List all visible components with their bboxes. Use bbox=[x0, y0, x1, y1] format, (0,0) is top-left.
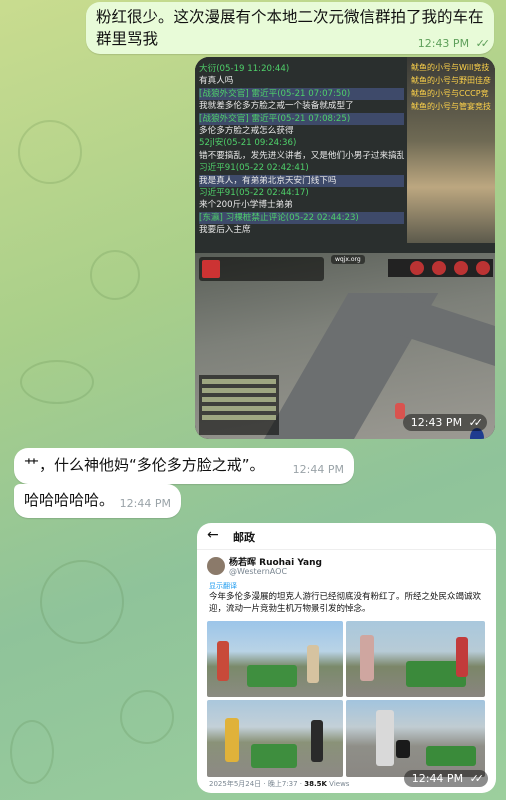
message-meta: 12:43 PM ✓✓ bbox=[417, 37, 491, 50]
game-chat-panel: 大衍(05-19 11:20:44) 有真人吗 [战狼外交官] 雷近平(05-2… bbox=[195, 57, 495, 253]
battle-log-line: 鱿鱼的小号与管宴竞技 bbox=[411, 102, 491, 111]
player-hud bbox=[199, 257, 324, 281]
tank-prop bbox=[426, 746, 476, 766]
chat-log-line: 有真人吗 bbox=[199, 76, 234, 87]
person-figure bbox=[360, 635, 374, 681]
unit-sprite bbox=[395, 403, 405, 419]
tweet-photo bbox=[207, 700, 343, 777]
game-chat-log: 大衍(05-19 11:20:44) 有真人吗 [战狼外交官] 雷近平(05-2… bbox=[199, 63, 404, 237]
chat-log-line: 习近平91(05-22 02:44:17) bbox=[199, 188, 309, 199]
chat-log-line: 来个200斤小学博士弟弟 bbox=[199, 200, 293, 211]
tweet-date: 2025年5月24日 · 晚上7:37 · bbox=[209, 780, 305, 788]
message-meta: 12:43 PM ✓✓ bbox=[402, 414, 487, 431]
background-doodle bbox=[40, 560, 124, 644]
chat-log-line: 我是真人，有弟弟北京天安门线下吗 bbox=[199, 174, 404, 188]
chat-log-line: [战狼外交官] 雷近平(05-21 07:07:50) bbox=[199, 87, 404, 101]
read-receipt-icon: ✓✓ bbox=[469, 772, 485, 785]
tweet-header-title: 邮政 bbox=[233, 531, 255, 544]
translate-link: 显示翻译 bbox=[209, 582, 237, 590]
chat-log-line: 习近平91(05-22 02:42:41) bbox=[199, 163, 309, 174]
tank-prop bbox=[247, 665, 297, 687]
chat-log-line: 我就差多伦多方脸之戒一个装备就成型了 bbox=[199, 101, 354, 112]
person-figure bbox=[456, 637, 468, 677]
opponent-avatar bbox=[454, 261, 468, 275]
opponent-avatar bbox=[410, 261, 424, 275]
outgoing-message[interactable]: 粉红很少。这次漫展有个本地二次元微信群拍了我的车在群里骂我 12:43 PM ✓… bbox=[86, 2, 494, 54]
screenshot-image-message[interactable]: 大衍(05-19 11:20:44) 有真人吗 [战狼外交官] 雷近平(05-2… bbox=[195, 57, 495, 439]
chat-log-line: [东瀛] 习棵桩禁止评论(05-22 02:44:23) bbox=[199, 211, 404, 225]
person-figure bbox=[225, 718, 239, 762]
background-doodle bbox=[90, 250, 140, 300]
site-watermark: wqjx.org bbox=[331, 255, 365, 264]
chat-log-line: 52jl安(05-21 09:24:36) bbox=[199, 138, 297, 149]
tweet-photo bbox=[207, 621, 343, 697]
opponent-bar bbox=[388, 259, 493, 277]
opponent-avatar bbox=[476, 261, 490, 275]
message-time: 12:44 PM bbox=[411, 772, 464, 785]
background-doodle bbox=[120, 690, 174, 744]
chat-log-line: 多伦多方脸之戒怎么获得 bbox=[199, 126, 294, 137]
avatar bbox=[207, 557, 225, 575]
message-meta: 12:44 PM ✓✓ bbox=[403, 770, 488, 787]
tweet-body: 今年多伦多漫展的坦克人游行已经彻底没有粉红了。所经之处民众竭诚欢迎，流动一片竞勃… bbox=[209, 592, 482, 614]
incoming-message[interactable]: 艹，什么神他妈“多伦多方脸之戒”。 12:44 PM bbox=[14, 448, 354, 484]
opponent-avatar bbox=[432, 261, 446, 275]
message-time: 12:43 PM bbox=[410, 416, 463, 429]
message-time: 12:43 PM bbox=[417, 37, 470, 50]
chat-log-line: 我要后入主席 bbox=[199, 225, 251, 236]
message-time: 12:44 PM bbox=[119, 497, 171, 510]
person-figure bbox=[376, 710, 394, 766]
tweet-screenshot-message[interactable]: ← 邮政 杨若晖 Ruohai Yang @WesternAOC 显示翻译 今年… bbox=[197, 523, 496, 793]
road-shape bbox=[395, 293, 495, 373]
tweet-photo bbox=[346, 700, 485, 777]
read-receipt-icon: ✓✓ bbox=[468, 416, 484, 429]
message-time: 12:44 PM bbox=[292, 463, 344, 476]
background-doodle bbox=[18, 120, 82, 184]
incoming-message[interactable]: 哈哈哈哈哈。 12:44 PM bbox=[14, 484, 181, 518]
tweet-author-handle: @WesternAOC bbox=[229, 567, 288, 576]
chat-log-line: 错不要搞乱，发先进义讲者，又是他们小男孑过来搞乱了 bbox=[199, 150, 404, 161]
game-battle-log: 鱿鱼的小号与Will竞技 鱿鱼的小号与野田佳彦 鱿鱼的小号与CCCP竞 鱿鱼的小… bbox=[411, 61, 495, 113]
bag-prop bbox=[396, 740, 410, 758]
tweet-footer: 2025年5月24日 · 晚上7:37 · 38.5K Views bbox=[209, 779, 349, 789]
tweet-views-label: Views bbox=[326, 780, 350, 788]
read-receipt-icon: ✓✓ bbox=[475, 37, 491, 50]
battle-log-line: 鱿鱼的小号与CCCP竞 bbox=[411, 89, 489, 98]
battle-log-line: 鱿鱼的小号与Will竞技 bbox=[411, 63, 490, 72]
tweet-header: ← 邮政 bbox=[197, 523, 496, 550]
background-doodle bbox=[20, 360, 94, 404]
person-figure bbox=[311, 720, 323, 762]
player-avatar bbox=[202, 260, 220, 278]
person-figure bbox=[307, 645, 319, 683]
tweet-views-count: 38.5K bbox=[304, 780, 327, 788]
person-figure bbox=[217, 641, 229, 681]
game-bottom-log bbox=[199, 375, 279, 435]
message-text: 艹，什么神他妈“多伦多方脸之戒”。 bbox=[24, 456, 265, 474]
chat-log-line: [战狼外交官] 雷近平(05-21 07:08:25) bbox=[199, 112, 404, 126]
battle-log-line: 鱿鱼的小号与野田佳彦 bbox=[411, 76, 491, 85]
tank-prop bbox=[251, 744, 297, 768]
background-doodle bbox=[10, 720, 54, 784]
back-arrow-icon: ← bbox=[207, 527, 219, 543]
chat-log-line: 大衍(05-19 11:20:44) bbox=[199, 64, 290, 74]
message-text: 哈哈哈哈哈。 bbox=[24, 491, 115, 509]
tweet-photo bbox=[346, 621, 485, 697]
